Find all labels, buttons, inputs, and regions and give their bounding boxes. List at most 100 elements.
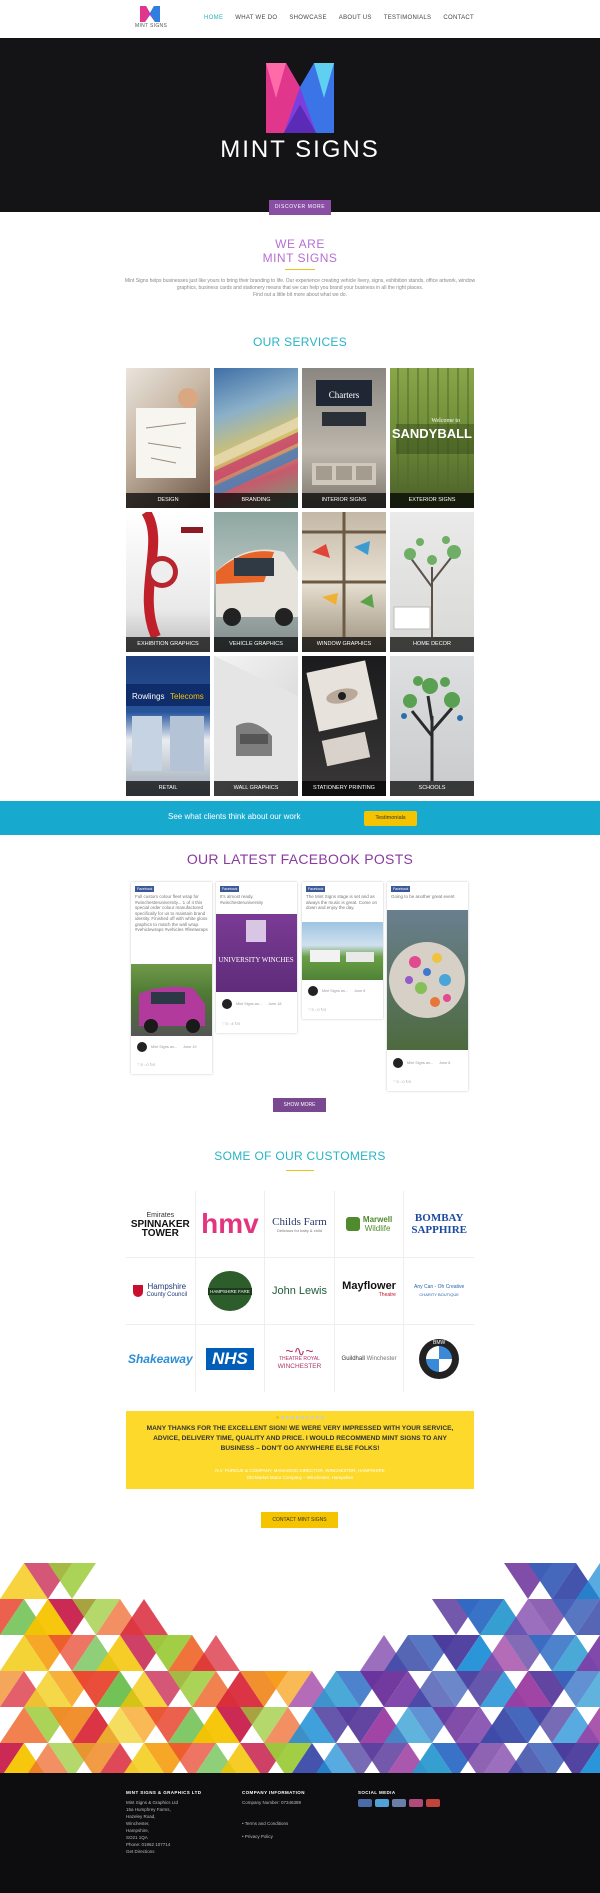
service-tile-retail[interactable]: Rowlings Telecoms RETAIL <box>126 656 210 796</box>
service-tile-window-graphics[interactable]: WINDOW GRAPHICS <box>302 512 386 652</box>
intro-divider <box>285 269 315 270</box>
customer-logo-marwell: Marwell Wildlife <box>334 1191 405 1258</box>
nav-contact[interactable]: CONTACT <box>443 15 474 21</box>
post-text: Going to be another great event <box>391 894 455 899</box>
site-logo[interactable]: MINT SIGNS <box>135 6 167 32</box>
pagination-dot[interactable] <box>301 1416 304 1419</box>
customer-logo-mayflower: Mayflower Theatre <box>334 1258 405 1325</box>
customer-logo-charity-boutique: Any Can - Oh Creative CHARITY BOUTIQUE <box>404 1258 474 1325</box>
facebook-badge: Facebook <box>391 886 411 892</box>
service-caption: VEHICLE GRAPHICS <box>214 637 298 652</box>
charters-text: Charters <box>329 390 360 400</box>
facebook-post-card[interactable]: Facebook Full custom colour fleet wrap f… <box>131 882 212 1074</box>
service-tile-branding[interactable]: BRANDING <box>214 368 298 508</box>
show-more-button[interactable]: SHOW MORE <box>273 1098 326 1112</box>
footer-heading: COMPANY INFORMATION <box>242 1790 305 1795</box>
facebook-post-card[interactable]: Facebook It's almost ready. #winchesteru… <box>216 882 297 1033</box>
address-line: Mint Signs & Graphics Ltd <box>126 1800 179 1805</box>
university-text: UNIVERSITY WINCHES <box>218 956 293 964</box>
pagination-dot[interactable] <box>296 1416 299 1419</box>
facebook-post-card[interactable]: Facebook Going to be another great event… <box>387 882 468 1091</box>
exhibition-stand-image <box>141 512 203 640</box>
customer-logo-hmv: hmv <box>195 1191 266 1258</box>
stationery-print-image <box>306 660 378 767</box>
decorative-triangle-banner <box>0 1563 600 1773</box>
contact-mint-signs-button[interactable]: CONTACT MINT SIGNS <box>261 1512 338 1528</box>
pagination-dot[interactable] <box>321 1416 324 1419</box>
testimonial-company: Old Market Motor Company – Winchester, H… <box>246 1475 354 1480</box>
wall-graphics-image <box>214 656 298 781</box>
post-text: Full custom colour fleet wrap for #winch… <box>135 894 208 932</box>
terms-link[interactable]: • Terms and Conditions <box>242 1820 305 1827</box>
service-caption: EXHIBITION GRAPHICS <box>126 637 210 652</box>
privacy-link[interactable]: • Privacy Policy <box>242 1833 305 1840</box>
customer-logo-nhs: NHS <box>196 1325 266 1392</box>
pagination-dot[interactable] <box>276 1416 279 1419</box>
post-time: June 18 <box>268 1002 282 1006</box>
service-tile-wall-graphics[interactable]: WALL GRAPHICS <box>214 656 298 796</box>
pagination-dot[interactable] <box>286 1416 289 1419</box>
post-text: It's almost ready. #winchesteruniversity <box>220 894 264 905</box>
colour-swatches-image <box>214 413 298 499</box>
nav-what-we-do[interactable]: WHAT WE DO <box>235 15 277 21</box>
facebook-icon[interactable] <box>358 1799 372 1807</box>
linkedin-icon[interactable] <box>392 1799 406 1807</box>
facebook-post-card[interactable]: Facebook The Mint Signs stage is set and… <box>302 882 383 1019</box>
customers-divider <box>286 1170 314 1171</box>
testimonials-button[interactable]: Testimonials <box>364 811 417 826</box>
address-line: Winchester, <box>126 1821 150 1826</box>
service-tile-interior-signs[interactable]: Charters INTERIOR SIGNS <box>302 368 386 508</box>
service-caption: SCHOOLS <box>390 781 474 796</box>
service-caption: INTERIOR SIGNS <box>302 493 386 508</box>
pagination-dot[interactable] <box>291 1416 294 1419</box>
service-tile-home-decor[interactable]: HOME DECOR <box>390 512 474 652</box>
google-plus-icon[interactable] <box>426 1799 440 1807</box>
address-line: 15a Humphrey Farms, <box>126 1807 171 1812</box>
pagination-dot[interactable] <box>306 1416 309 1419</box>
customer-logo-bombay: BOMBAY SAPPHIRE <box>404 1191 474 1258</box>
discover-more-button[interactable]: DISCOVER MORE <box>269 200 331 215</box>
author-avatar <box>222 999 232 1009</box>
nav-testimonials[interactable]: TESTIMONIALS <box>384 15 432 21</box>
share-count: 0 <box>238 1021 241 1026</box>
nav-showcase[interactable]: SHOWCASE <box>289 15 326 21</box>
service-tile-exterior-signs[interactable]: Welcome to SANDYBALL EXTERIOR SIGNS <box>390 368 474 508</box>
get-directions-link[interactable]: Get Directions <box>126 1848 201 1855</box>
exterior-sign-image: Welcome to SANDYBALL <box>392 368 474 493</box>
like-count: 0 <box>140 1062 143 1067</box>
testimonial-pagination <box>276 1416 324 1419</box>
customers-title: SOME OF OUR CUSTOMERS <box>214 1149 386 1163</box>
facebook-badge: Facebook <box>306 886 326 892</box>
customer-logo-hampshire-fare: HAMPSHIRE FARE <box>195 1258 266 1325</box>
post-image: UNIVERSITY WINCHES <box>216 914 297 992</box>
author-avatar <box>137 1042 147 1052</box>
twitter-icon[interactable] <box>375 1799 389 1807</box>
intro-paragraph: Mint Signs helps businesses just like yo… <box>124 278 476 291</box>
instagram-icon[interactable] <box>409 1799 423 1807</box>
hero-brand-title: MINT SIGNS <box>220 136 380 163</box>
service-tile-schools[interactable]: SCHOOLS <box>390 656 474 796</box>
social-icons <box>358 1799 440 1807</box>
post-author: Mint Signs an... <box>236 1002 263 1006</box>
intro-section: WE ARE MINT SIGNS Mint Signs helps busin… <box>0 237 600 299</box>
intro-heading-line2: MINT SIGNS <box>262 251 338 265</box>
mint-logo-mark-icon <box>266 63 334 133</box>
customer-logo-shakeaway: Shakeaway <box>126 1325 196 1392</box>
nav-home[interactable]: HOME <box>204 15 223 21</box>
welcome-text: Welcome to <box>431 418 460 424</box>
service-tile-vehicle-graphics[interactable]: VEHICLE GRAPHICS <box>214 512 298 652</box>
post-image <box>131 964 212 1036</box>
service-tile-stationery-printing[interactable]: STATIONERY PRINTING <box>302 656 386 796</box>
nav-about-us[interactable]: ABOUT US <box>339 15 372 21</box>
service-tile-exhibition-graphics[interactable]: EXHIBITION GRAPHICS <box>126 512 210 652</box>
crest-icon <box>133 1285 144 1297</box>
post-actions: ♡0 ◌4 ↻0 <box>222 1021 241 1026</box>
service-tile-design[interactable]: DESIGN <box>126 368 210 508</box>
pagination-dot[interactable] <box>311 1416 314 1419</box>
customer-logo-bmw: BMW <box>404 1325 474 1392</box>
services-grid: DESIGN BRANDING Charters INTERIOR SIGNS … <box>126 368 474 796</box>
service-caption: RETAIL <box>126 781 210 796</box>
pagination-dot[interactable] <box>281 1416 284 1419</box>
pagination-dot[interactable] <box>316 1416 319 1419</box>
intro-heading-line1: WE ARE <box>275 237 325 251</box>
